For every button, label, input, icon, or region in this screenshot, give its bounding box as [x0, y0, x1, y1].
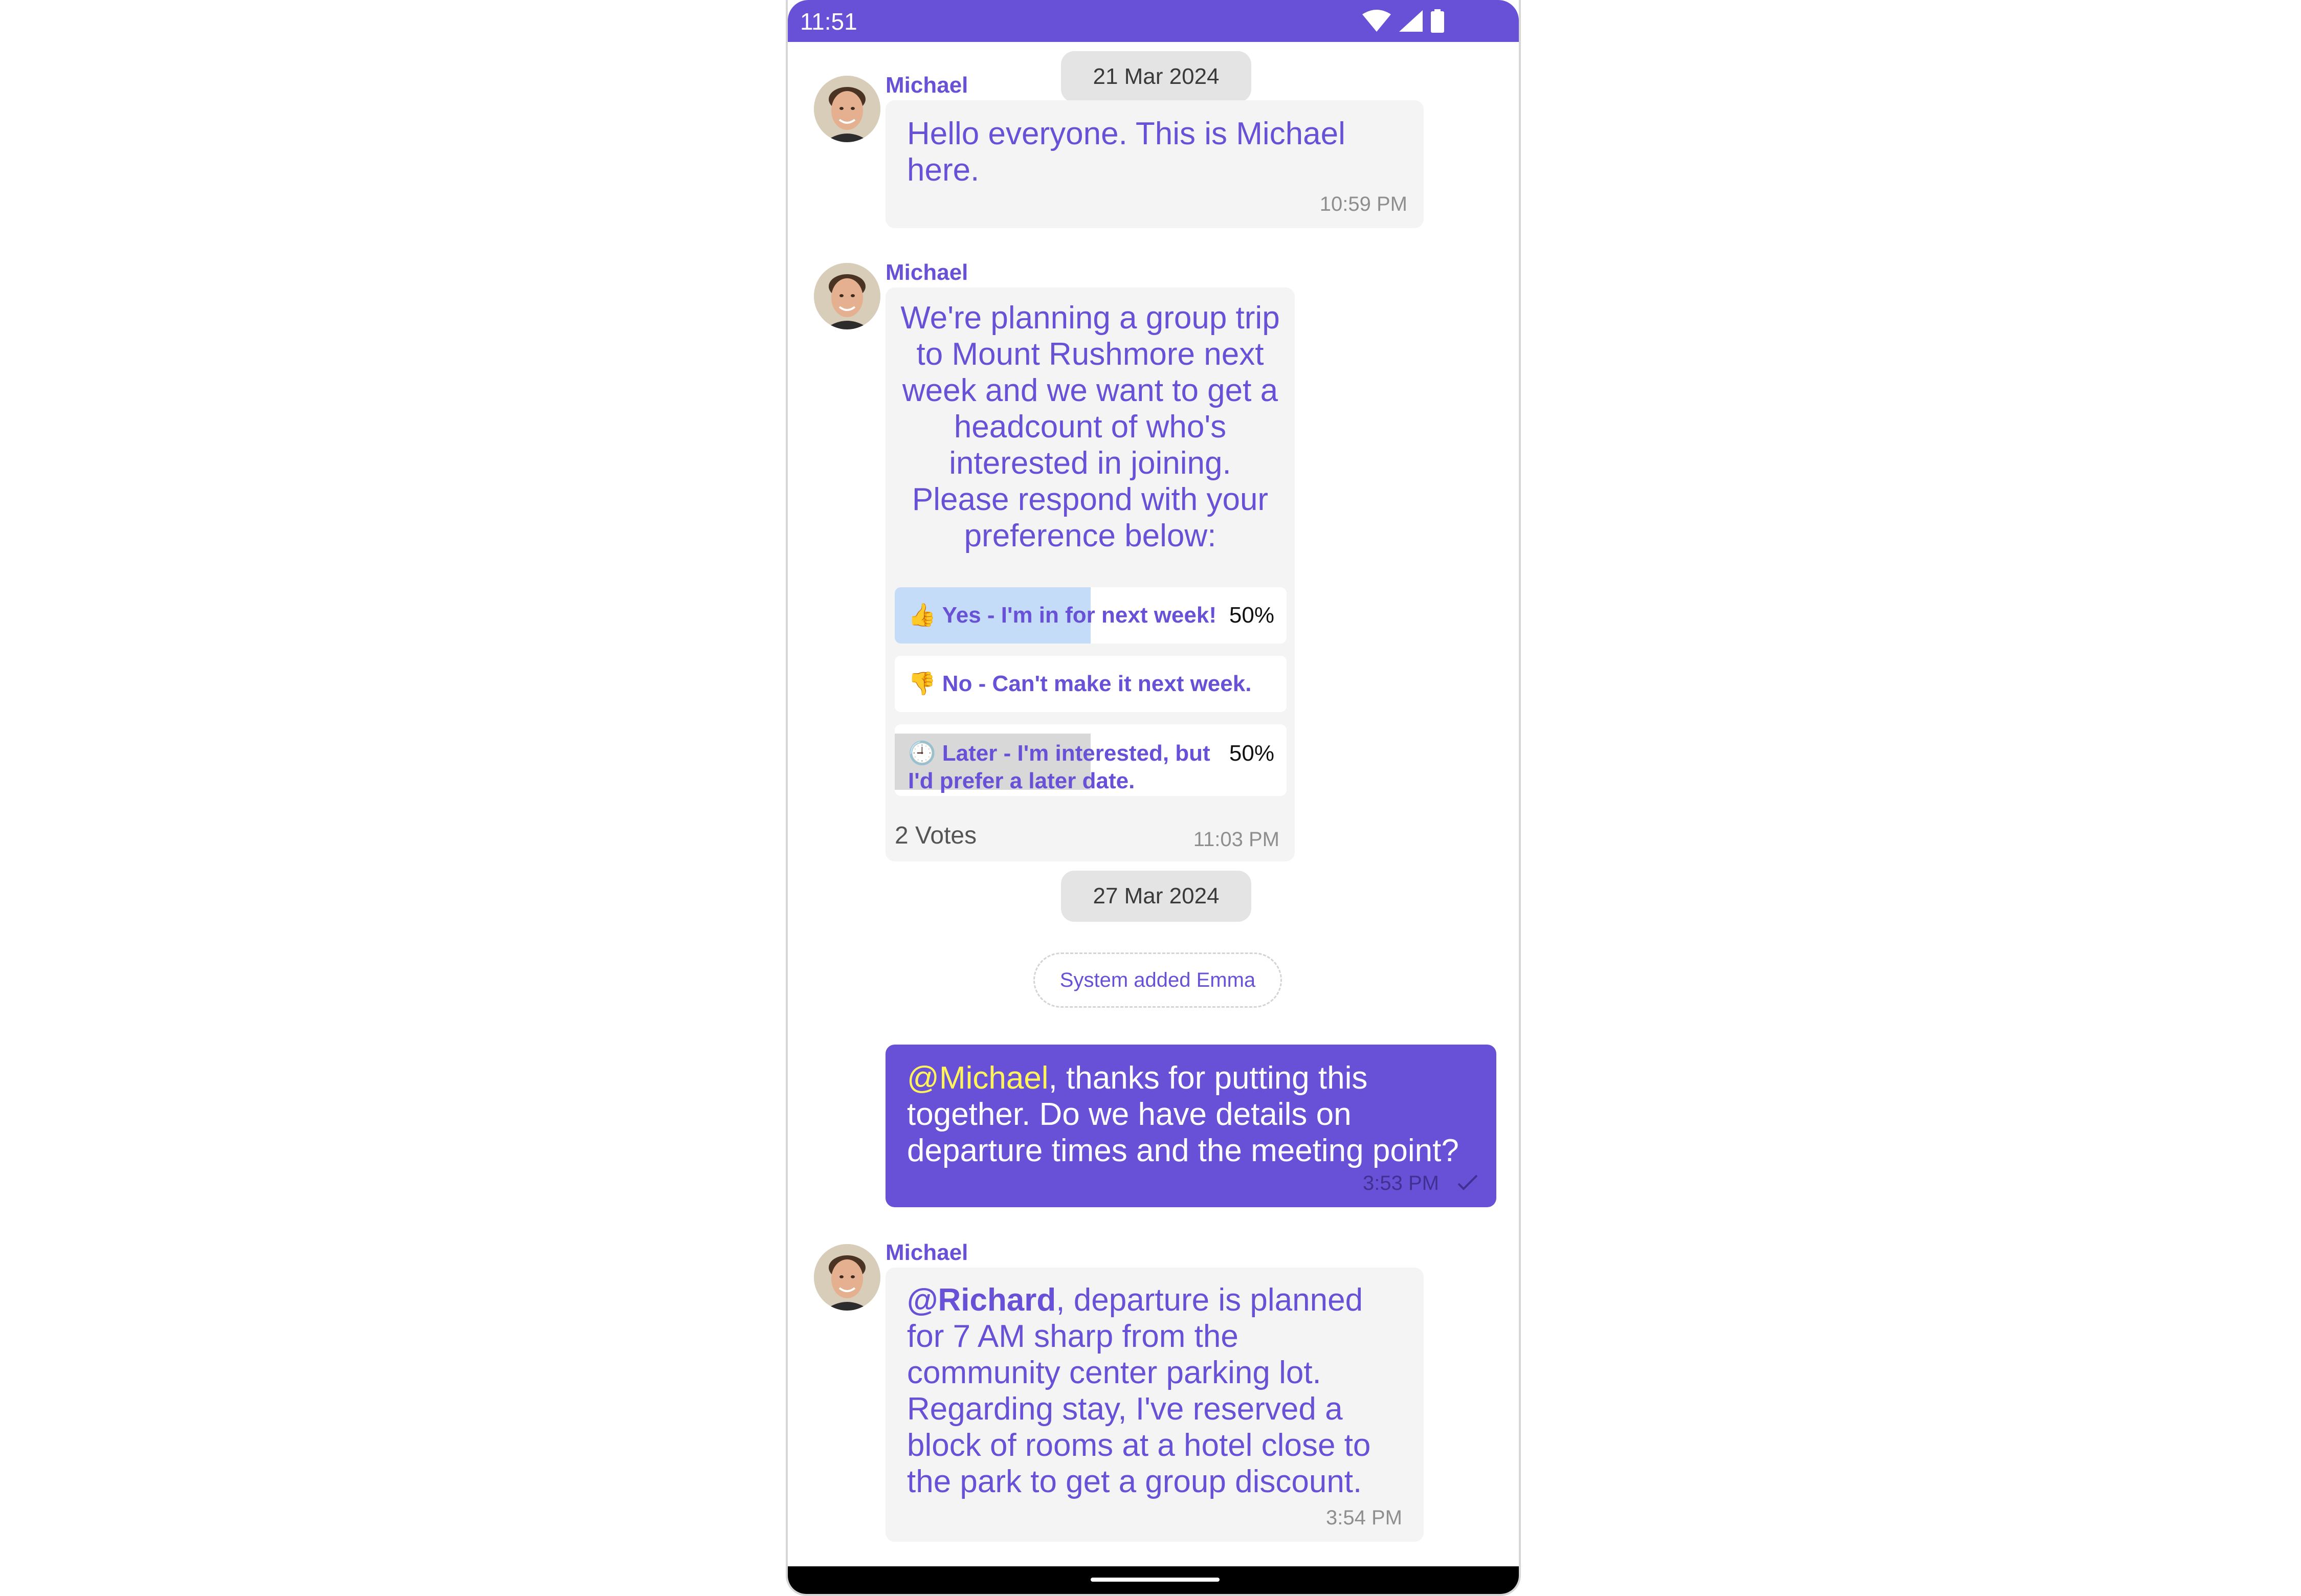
poll-option-label: No - Can't make it next week.	[942, 671, 1252, 696]
poll-option-later[interactable]: 🕘 Later - I'm interested, but I'd prefer …	[895, 724, 1287, 796]
sender-name: Michael	[886, 260, 968, 285]
message-text: @Michael, thanks for putting this togeth…	[907, 1060, 1459, 1168]
navigation-bar	[788, 1566, 1519, 1594]
date-separator: 27 Mar 2024	[1061, 871, 1251, 922]
avatar[interactable]	[814, 76, 880, 142]
battery-icon	[1431, 9, 1444, 33]
poll-option-percent: 50%	[1229, 603, 1274, 628]
avatar[interactable]	[814, 263, 880, 329]
sent-check-icon	[1457, 1174, 1478, 1190]
thumbs-down-icon: 👎	[908, 671, 936, 696]
poll-option-yes[interactable]: 👍 Yes - I'm in for next week! 50%	[895, 587, 1287, 644]
signal-icon	[1399, 10, 1423, 32]
wifi-icon	[1362, 10, 1391, 32]
outgoing-message-bubble[interactable]: @Michael, thanks for putting this togeth…	[886, 1045, 1496, 1207]
poll-option-percent: 50%	[1229, 741, 1274, 766]
home-indicator[interactable]	[1091, 1578, 1220, 1582]
message-time: 3:54 PM	[1326, 1506, 1402, 1529]
clock-icon: 🕘	[908, 741, 936, 766]
sender-name: Michael	[886, 1240, 968, 1265]
status-icons	[1361, 9, 1479, 33]
thumbs-up-icon: 👍	[908, 603, 936, 628]
message-text: @Richard, departure is planned for 7 AM …	[907, 1282, 1371, 1499]
system-message: System added Emma	[1033, 952, 1282, 1008]
message-time: 10:59 PM	[1319, 193, 1407, 215]
poll-vote-count: 2 Votes	[895, 822, 977, 849]
poll-bubble: We're planning a group trip to Mount Rus…	[886, 287, 1295, 861]
message-time: 3:53 PM	[1363, 1172, 1439, 1194]
sender-name: Michael	[886, 73, 968, 98]
phone-screen: 11:51 Michael 21 Mar 2024 Hello everyone…	[786, 0, 1521, 1596]
mention[interactable]: @Richard	[907, 1282, 1056, 1318]
mention[interactable]: @Michael	[907, 1060, 1049, 1096]
status-bar: 11:51	[788, 0, 1519, 42]
message-time: 11:03 PM	[1193, 828, 1279, 851]
poll-option-no[interactable]: 👎 No - Can't make it next week.	[895, 656, 1287, 712]
message-bubble[interactable]: Hello everyone. This is Michael here. 10…	[886, 100, 1424, 228]
poll-option-label: Later - I'm interested, but I'd prefer a…	[908, 741, 1210, 793]
message-bubble[interactable]: @Richard, departure is planned for 7 AM …	[886, 1268, 1424, 1542]
poll-question: We're planning a group trip to Mount Rus…	[900, 300, 1280, 553]
poll-option-label: Yes - I'm in for next week!	[942, 603, 1216, 628]
status-time: 11:51	[800, 8, 857, 35]
message-text: Hello everyone. This is Michael here.	[907, 116, 1345, 188]
avatar[interactable]	[814, 1244, 880, 1311]
date-separator: 21 Mar 2024	[1061, 51, 1251, 102]
